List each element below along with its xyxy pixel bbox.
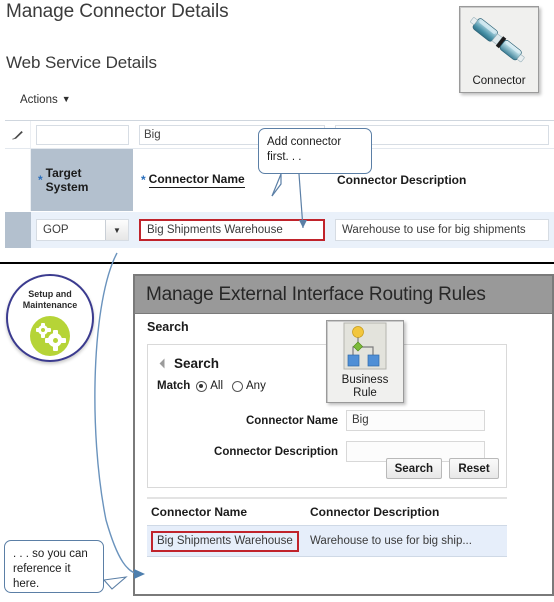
connector-description-value[interactable]: Warehouse to use for big shipments — [335, 219, 549, 241]
results-column-connector-name[interactable]: Connector Name — [147, 505, 310, 519]
column-header-connector-name-label: Connector Name — [148, 172, 245, 188]
field-connector-description-label: Connector Description — [214, 445, 338, 458]
field-connector-name-label: Connector Name — [245, 414, 338, 427]
search-button[interactable]: Search — [385, 458, 442, 479]
query-by-example-icon[interactable] — [5, 121, 31, 148]
reset-button[interactable]: Reset — [449, 458, 499, 479]
column-header-target-system[interactable]: * Target System — [31, 149, 134, 211]
business-rule-icon — [343, 322, 387, 370]
results-connector-name-value: Big Shipments Warehouse — [151, 530, 299, 552]
gears-icon — [30, 316, 70, 356]
required-star-icon: * — [38, 173, 43, 187]
business-rule-tile-label: Business Rule — [327, 374, 403, 400]
table-row[interactable]: GOP ▼ Big Shipments Warehouse Warehouse … — [5, 211, 554, 248]
radio-match-any[interactable] — [232, 380, 244, 392]
results-cell-connector-description[interactable]: Warehouse to use for big ship... — [310, 535, 507, 547]
page-title: Manage Connector Details — [6, 1, 229, 22]
setup-badge-line1: Setup and — [28, 289, 72, 299]
connector-tile-label: Connector — [472, 75, 526, 87]
callout-reference-here: . . . so you can reference it here. — [4, 540, 104, 593]
screenshot-root: Manage Connector Details Web Service Det… — [0, 0, 554, 602]
radio-match-all[interactable] — [196, 380, 208, 392]
table-row[interactable]: Big Shipments Warehouse Warehouse to use… — [147, 525, 507, 557]
target-system-select[interactable]: GOP ▼ — [36, 219, 129, 241]
results-cell-connector-name[interactable]: Big Shipments Warehouse — [147, 530, 310, 552]
business-rule-image-tile: Business Rule — [326, 320, 404, 403]
callout-add-connector: Add connector first. . . — [258, 128, 372, 174]
column-header-target-system-label: Target System — [45, 166, 89, 194]
target-system-value: GOP — [43, 224, 69, 236]
manage-routing-rules-panel: Setup and Maintenance Manage External In… — [0, 266, 554, 602]
setup-and-maintenance-label: Setup and Maintenance — [8, 289, 92, 311]
search-panel-buttons: Search Reset — [385, 458, 499, 479]
search-region-heading: Search — [147, 320, 189, 334]
row-selector-gutter[interactable] — [5, 212, 31, 248]
connector-name-search-input[interactable]: Big — [346, 410, 485, 431]
window-title: Manage External Interface Routing Rules — [146, 283, 486, 305]
window-titlebar: Manage External Interface Routing Rules — [135, 276, 552, 314]
header-gutter — [5, 149, 31, 211]
setup-and-maintenance-badge[interactable]: Setup and Maintenance — [6, 274, 94, 362]
match-radio-group: Match All Any — [157, 380, 275, 392]
chevron-down-icon[interactable]: ▼ — [105, 220, 128, 240]
results-header-row: Connector Name Connector Description — [147, 499, 507, 525]
column-header-connector-description-label: Connector Description — [337, 173, 467, 187]
chevron-down-icon: ▼ — [61, 94, 71, 104]
search-results-table: Connector Name Connector Description Big… — [147, 497, 507, 557]
business-rule-line2: Rule — [353, 387, 377, 399]
radio-match-any-label: Any — [246, 380, 266, 392]
connector-name-value[interactable]: Big Shipments Warehouse — [139, 219, 325, 241]
disclosure-triangle-icon[interactable] — [159, 358, 170, 369]
search-panel-header-label: Search — [174, 356, 220, 371]
connector-icon — [470, 17, 525, 63]
target-system-filter-input[interactable] — [36, 124, 129, 145]
section-title: Web Service Details — [6, 53, 157, 72]
business-rule-line1: Business — [341, 374, 389, 386]
radio-match-all-label: All — [210, 380, 224, 392]
required-star-icon: * — [141, 173, 146, 187]
setup-badge-line2: Maintenance — [22, 300, 78, 310]
connector-image-tile: Connector — [459, 6, 539, 93]
manage-connector-details-panel: Manage Connector Details Web Service Det… — [0, 0, 554, 264]
actions-menu-label: Actions — [20, 94, 58, 106]
field-connector-name: Connector Name Big — [148, 410, 506, 431]
actions-menu-button[interactable]: Actions ▼ — [20, 94, 71, 106]
match-label: Match — [157, 380, 191, 392]
search-panel-header[interactable]: Search — [159, 356, 220, 371]
results-column-connector-description[interactable]: Connector Description — [310, 505, 507, 519]
